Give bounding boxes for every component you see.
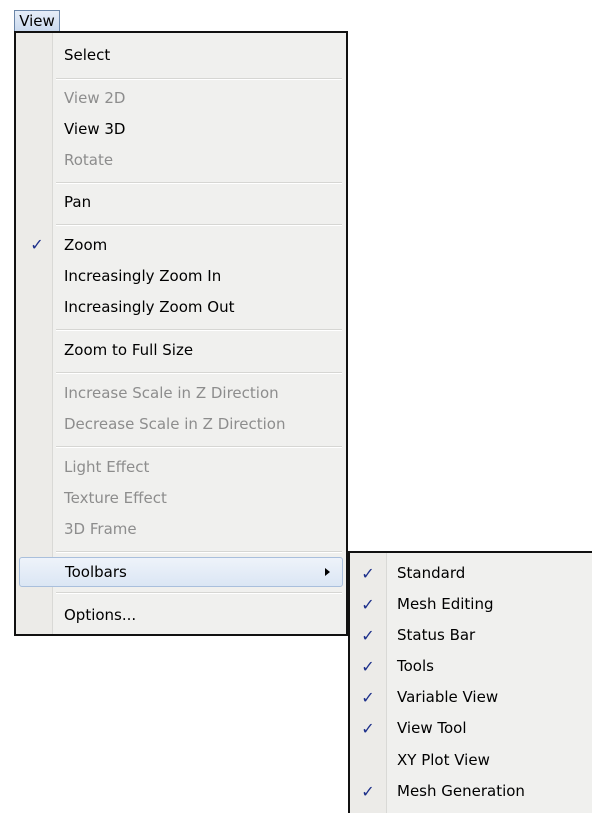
menu-item-label: View 2D	[64, 89, 126, 107]
menu-item-label: Pan	[64, 193, 92, 211]
menu-item-label: View 3D	[64, 120, 126, 138]
submenu-item-mesh-generation[interactable]: ✓ Mesh Generation	[350, 776, 592, 807]
menu-item-label: Decrease Scale in Z Direction	[64, 415, 286, 433]
submenu-item-label: Mesh Editing	[397, 595, 494, 613]
submenu-item-label: Tools	[397, 657, 434, 675]
menu-item-view-2d: View 2D	[16, 83, 346, 113]
menu-separator	[56, 551, 342, 553]
checkmark-icon: ✓	[361, 782, 375, 801]
menu-item-zoom-to-full-size[interactable]: Zoom to Full Size	[16, 335, 346, 365]
menu-item-label: Texture Effect	[64, 489, 167, 507]
menu-item-label: Increase Scale in Z Direction	[64, 384, 279, 402]
view-menu-title[interactable]: View	[14, 10, 60, 32]
menu-separator	[56, 78, 342, 80]
checkmark-icon: ✓	[361, 564, 375, 583]
menu-separator	[56, 592, 342, 594]
submenu-item-label: Mesh Generation	[397, 782, 525, 800]
menu-item-texture-effect: Texture Effect	[16, 483, 346, 513]
view-menu-dropdown: Select View 2D View 3D Rotate Pan ✓ Zoom…	[14, 31, 348, 636]
menu-item-decrease-scale-z: Decrease Scale in Z Direction	[16, 409, 346, 439]
submenu-item-label: XY Plot View	[397, 751, 490, 769]
checkmark-icon: ✓	[30, 235, 44, 254]
submenu-item-view-tool[interactable]: ✓ View Tool	[350, 713, 592, 744]
menu-item-label: Zoom	[64, 236, 108, 254]
menu-item-pan[interactable]: Pan	[16, 187, 346, 217]
submenu-item-variable-view[interactable]: ✓ Variable View	[350, 682, 592, 713]
submenu-item-status-bar[interactable]: ✓ Status Bar	[350, 620, 592, 651]
menu-item-light-effect: Light Effect	[16, 452, 346, 482]
menu-separator	[56, 372, 342, 374]
checkmark-icon: ✓	[361, 595, 375, 614]
menu-item-rotate: Rotate	[16, 145, 346, 175]
menu-item-label: Increasingly Zoom Out	[64, 298, 235, 316]
menu-item-label: Light Effect	[64, 458, 150, 476]
menu-item-view-3d[interactable]: View 3D	[16, 114, 346, 144]
submenu-item-label: Status Bar	[397, 626, 476, 644]
menu-separator	[56, 224, 342, 226]
submenu-item-tools[interactable]: ✓ Tools	[350, 651, 592, 682]
checkmark-icon: ✓	[361, 626, 375, 645]
menu-item-increasingly-zoom-in[interactable]: Increasingly Zoom In	[16, 261, 346, 291]
submenu-item-mesh-editing[interactable]: ✓ Mesh Editing	[350, 589, 592, 620]
submenu-item-label: View Tool	[397, 719, 467, 737]
checkmark-icon: ✓	[361, 657, 375, 676]
submenu-item-standard[interactable]: ✓ Standard	[350, 558, 592, 589]
menu-item-toolbars[interactable]: Toolbars	[19, 557, 343, 587]
menu-item-increase-scale-z: Increase Scale in Z Direction	[16, 378, 346, 408]
submenu-item-xy-plot-view[interactable]: XY Plot View	[350, 745, 592, 776]
menu-separator	[56, 329, 342, 331]
menu-item-label: Options...	[64, 606, 137, 624]
menu-item-label: 3D Frame	[64, 520, 137, 538]
submenu-item-label: Variable View	[397, 688, 499, 706]
menu-item-label: Toolbars	[65, 563, 127, 581]
menu-item-3d-frame: 3D Frame	[16, 514, 346, 544]
menu-separator	[56, 182, 342, 184]
checkmark-icon: ✓	[361, 719, 375, 738]
menu-item-increasingly-zoom-out[interactable]: Increasingly Zoom Out	[16, 292, 346, 322]
menu-item-label: Zoom to Full Size	[64, 341, 194, 359]
menu-item-options[interactable]: Options...	[16, 600, 346, 630]
menu-item-label: Select	[64, 46, 111, 64]
menu-item-label: Rotate	[64, 151, 114, 169]
submenu-item-label: Standard	[397, 564, 466, 582]
checkmark-icon: ✓	[361, 688, 375, 707]
menu-item-zoom[interactable]: ✓ Zoom	[16, 230, 346, 260]
menu-separator	[56, 446, 342, 448]
toolbars-submenu: ✓ Standard ✓ Mesh Editing ✓ Status Bar ✓…	[348, 551, 592, 813]
menu-item-select[interactable]: Select	[16, 40, 346, 70]
menu-item-label: Increasingly Zoom In	[64, 267, 222, 285]
chevron-right-icon	[325, 568, 330, 576]
